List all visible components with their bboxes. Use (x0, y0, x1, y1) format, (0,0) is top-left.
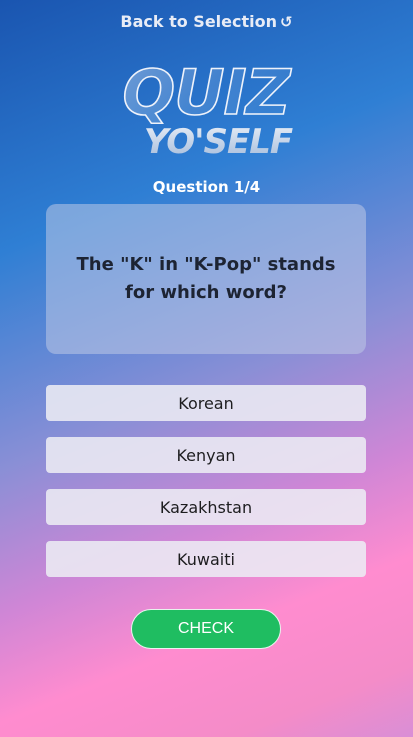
answer-option-label: Korean (178, 393, 234, 413)
quiz-yoself-logo: QUIZ YO'SELF (122, 58, 294, 158)
question-card: The "K" in "K-Pop" stands for which word… (46, 204, 366, 354)
answer-option-label: Kenyan (176, 445, 236, 465)
answer-option-kazakhstan[interactable]: Kazakhstan (46, 489, 366, 525)
undo-icon: ↺ (280, 13, 293, 31)
back-to-selection-link[interactable]: Back to Selection ↺ (0, 12, 413, 31)
logo-line-yoself: YO'SELF (144, 122, 293, 158)
question-counter: Question 1/4 (152, 178, 261, 196)
answer-option-kenyan[interactable]: Kenyan (46, 437, 366, 473)
question-text: The "K" in "K-Pop" stands for which word… (76, 254, 336, 303)
answer-options: Korean Kenyan Kazakhstan Kuwaiti (46, 385, 366, 593)
answer-option-label: Kazakhstan (159, 497, 253, 517)
check-button-label: CHECK (177, 620, 234, 637)
check-button[interactable]: CHECK (131, 609, 281, 649)
answer-option-korean[interactable]: Korean (46, 385, 366, 421)
logo-line-quiz: QUIZ (122, 58, 291, 129)
back-to-selection-label: Back to Selection (120, 12, 278, 31)
answer-option-kuwaiti[interactable]: Kuwaiti (46, 541, 366, 577)
answer-option-label: Kuwaiti (177, 549, 235, 569)
